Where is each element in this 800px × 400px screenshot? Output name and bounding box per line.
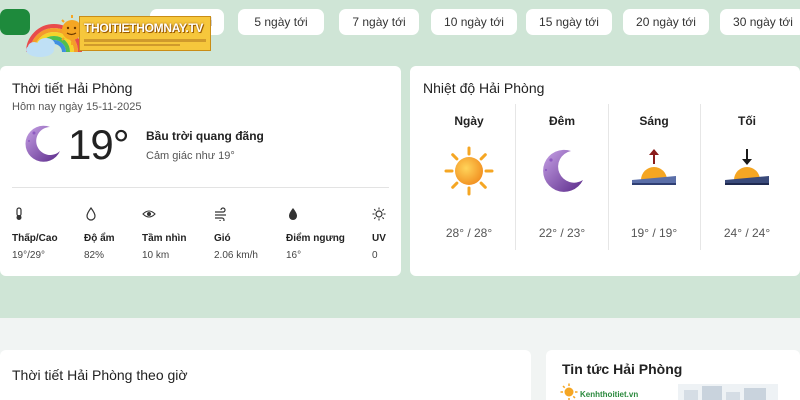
tab-10-days[interactable]: 10 ngày tới	[431, 9, 517, 35]
current-date: Hôm nay ngày 15-11-2025	[12, 101, 142, 113]
stat-value: 0	[372, 250, 378, 261]
news-thumbnail-image[interactable]	[678, 384, 778, 400]
eye-icon	[142, 210, 156, 218]
logo-tagline-line	[84, 39, 206, 42]
tab-15-days[interactable]: 15 ngày tới	[526, 9, 612, 35]
period-temperature: 19° / 19°	[630, 226, 678, 240]
period-name: Tối	[738, 114, 756, 128]
feels-like: Cảm giác như 19°	[146, 150, 235, 162]
wind-icon	[215, 207, 226, 221]
stat-value: 10 km	[142, 250, 170, 261]
stat-label: UV	[372, 233, 386, 244]
period-day: Ngày 28° / 28°	[423, 104, 515, 250]
logo-tagline-line	[84, 44, 180, 46]
period-temperature: 22° / 23°	[538, 226, 586, 240]
crescent-moon-icon	[543, 149, 583, 192]
period-name: Đêm	[548, 114, 575, 128]
thermometer-icon	[16, 207, 22, 220]
droplet-icon	[86, 207, 96, 221]
hourly-forecast-title: Thời tiết Hải Phòng theo giờ	[12, 367, 188, 383]
period-night: Đêm 22° / 23°	[516, 104, 608, 250]
daily-temperature-card: Nhiệt độ Hải Phòng Ngày 28° / 28° Đêm 22…	[410, 66, 800, 276]
period-temperature: 28° / 28°	[445, 226, 493, 240]
logo-text: THOITIETHOMNAY.TV	[84, 21, 204, 35]
tab-7-days[interactable]: 7 ngày tới	[339, 9, 419, 35]
sunrise-icon	[632, 149, 676, 185]
stat-label: Thấp/Cao	[12, 233, 58, 244]
tab-5-days[interactable]: 5 ngày tới	[238, 9, 324, 35]
sunset-icon	[725, 149, 769, 185]
stat-wind: Gió 2.06 km/h	[214, 207, 258, 261]
period-temperature: 24° / 24°	[723, 226, 771, 240]
stat-low-high: Thấp/Cao 19°/29°	[12, 207, 58, 261]
tab-30-days[interactable]: 30 ngày tới	[720, 9, 800, 35]
period-name: Sáng	[639, 114, 669, 128]
news-source-name: Kenhthoitiet.vn	[580, 390, 639, 399]
stat-dew-point: Điểm ngưng 16°	[286, 207, 345, 261]
current-temperature: 19°	[68, 121, 130, 168]
location-title: Thời tiết Hải Phòng	[12, 80, 133, 96]
period-morning: Sáng 19° / 19°	[608, 104, 700, 250]
dew-drop-icon	[289, 208, 297, 220]
divider	[12, 187, 389, 188]
stat-visibility: Tầm nhìn 10 km	[142, 207, 186, 261]
crescent-moon-icon	[25, 125, 60, 162]
stat-value: 82%	[84, 250, 105, 261]
stat-label: Độ ẩm	[84, 233, 115, 244]
news-card: Tin tức Hải Phòng Kenhthoitiet.vn	[546, 350, 800, 400]
stat-label: Tầm nhìn	[142, 233, 187, 244]
news-title: Tin tức Hải Phòng	[562, 361, 683, 377]
hourly-forecast-card: Thời tiết Hải Phòng theo giờ	[0, 350, 531, 400]
logo-banner: THOITIETHOMNAY.TV	[79, 16, 211, 51]
news-source-logo[interactable]: Kenhthoitiet.vn	[560, 381, 640, 400]
stat-label: Gió	[214, 233, 231, 244]
stat-value: 16°	[286, 250, 302, 261]
stat-value: 2.06 km/h	[214, 250, 258, 261]
daily-temperature-title: Nhiệt độ Hải Phòng	[423, 80, 545, 96]
site-logo[interactable]: THOITIETHOMNAY.TV	[22, 6, 212, 60]
tab-20-days[interactable]: 20 ngày tới	[623, 9, 709, 35]
sun-logo-icon	[560, 383, 578, 400]
period-evening: Tối 24° / 24°	[701, 104, 793, 250]
current-weather-card: Thời tiết Hải Phòng Hôm nay ngày 15-11-2…	[0, 66, 401, 276]
stat-humidity: Độ ẩm 82%	[84, 207, 115, 261]
stat-value: 19°/29°	[12, 250, 46, 261]
sun-icon	[444, 146, 494, 196]
weather-condition: Bầu trời quang đãng	[146, 129, 264, 143]
sun-uv-icon	[372, 207, 386, 221]
stat-uv: UV 0	[372, 207, 386, 261]
period-name: Ngày	[454, 114, 484, 128]
stat-label: Điểm ngưng	[286, 233, 345, 244]
